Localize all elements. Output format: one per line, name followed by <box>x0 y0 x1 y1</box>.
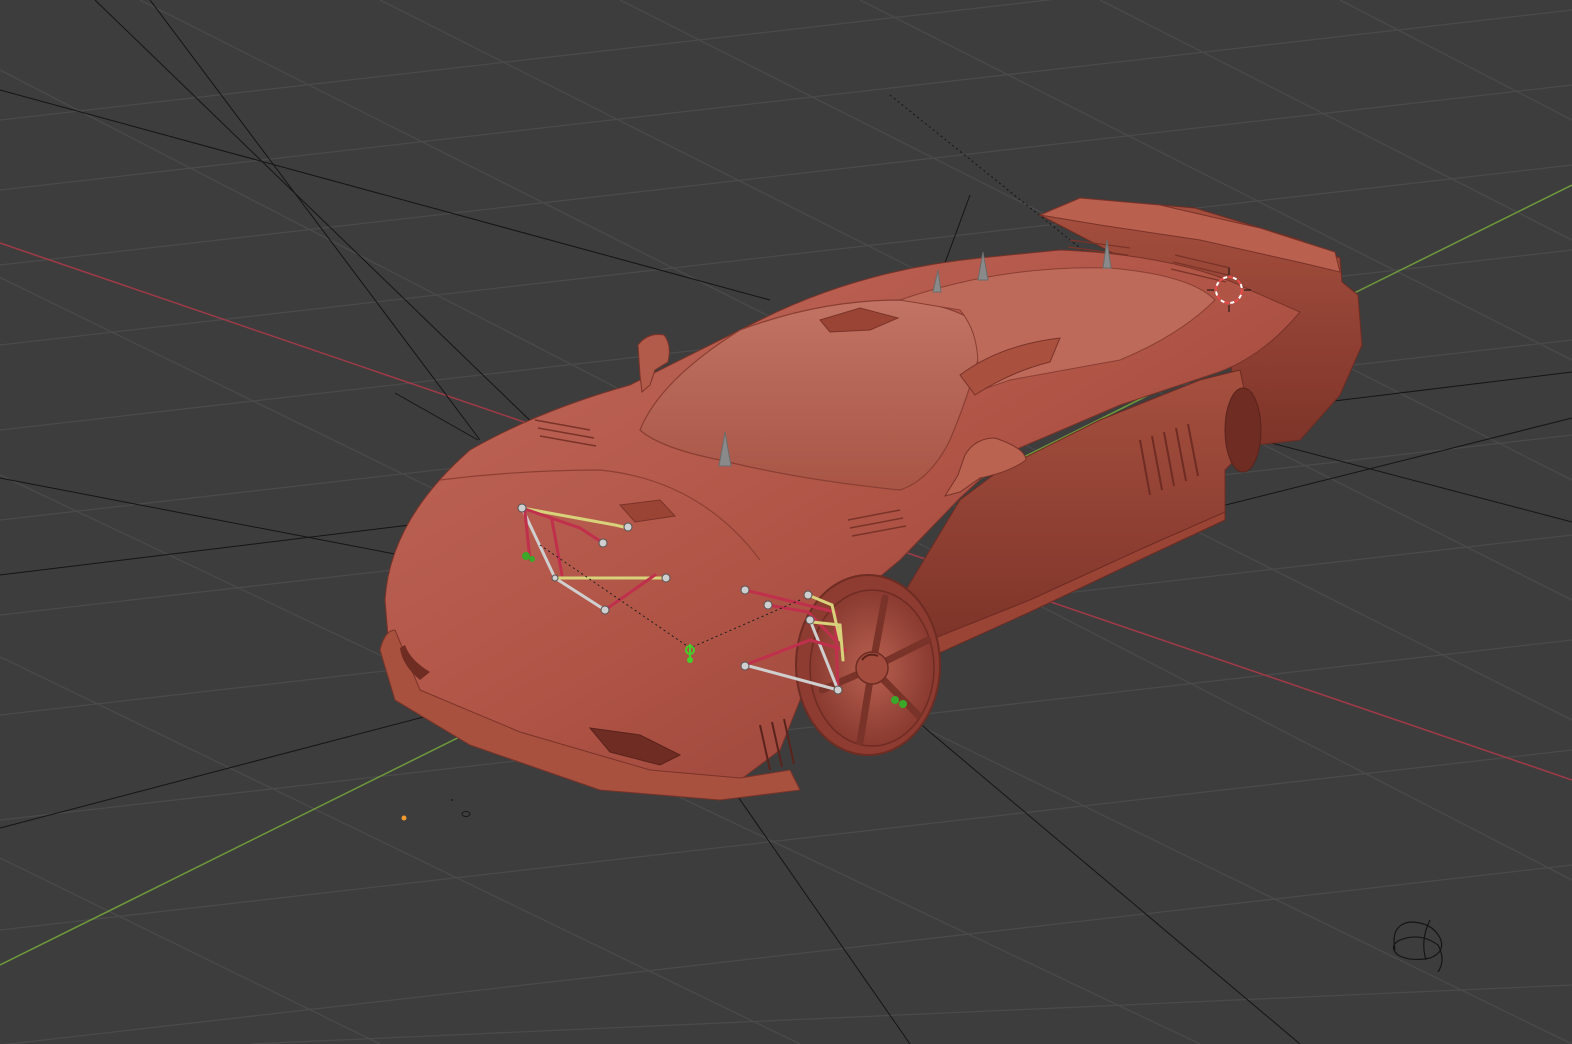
wheel-hub <box>855 651 889 685</box>
empty-icon[interactable] <box>451 799 453 801</box>
3d-viewport[interactable] <box>0 0 1572 1044</box>
front-wheel[interactable] <box>795 574 941 756</box>
dotted-helper-line <box>889 94 1096 261</box>
car-model[interactable] <box>379 197 1363 801</box>
origin-point[interactable] <box>401 815 407 821</box>
viewport-canvas[interactable] <box>0 0 1572 1044</box>
rear-wheel[interactable] <box>1224 387 1262 473</box>
empty-icon[interactable] <box>461 811 471 817</box>
curve-object[interactable] <box>1392 919 1443 973</box>
bone-handle-icon[interactable] <box>685 644 695 663</box>
